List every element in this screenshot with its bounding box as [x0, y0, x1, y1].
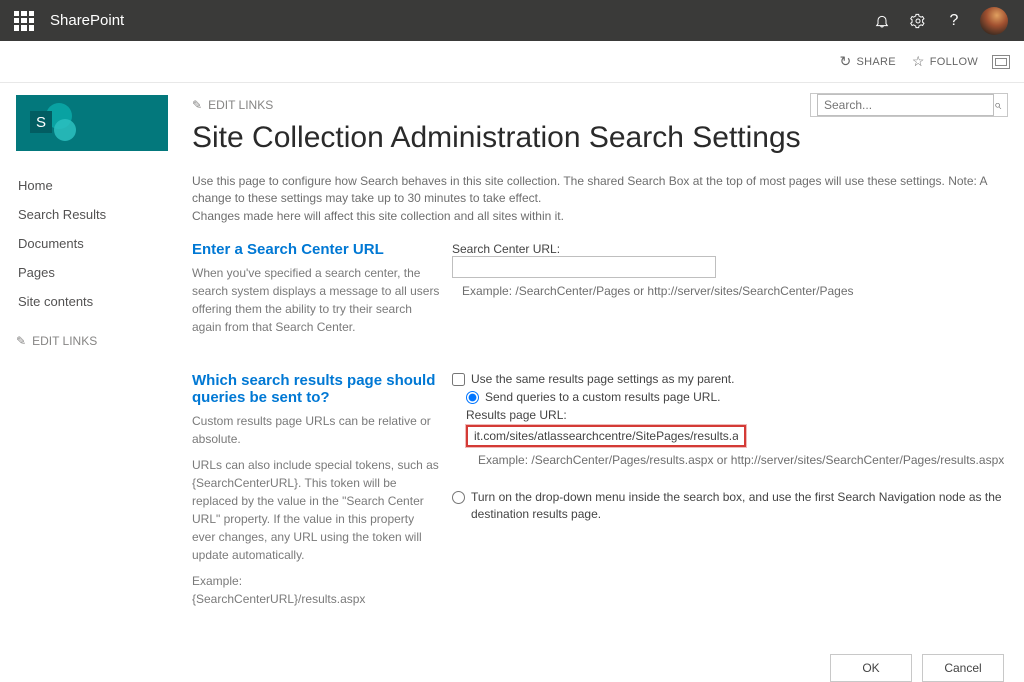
share-button[interactable]: SHARE: [839, 53, 895, 70]
section2-desc3a: Example:: [192, 574, 242, 588]
search-center-url-label: Search Center URL:: [452, 242, 560, 256]
cancel-button[interactable]: Cancel: [922, 654, 1004, 682]
search-center-url-input[interactable]: [452, 256, 716, 278]
same-parent-checkbox[interactable]: [452, 373, 465, 386]
pencil-icon: [16, 334, 26, 348]
section2-desc1: Custom results page URLs can be relative…: [192, 412, 440, 448]
same-parent-label: Use the same results page settings as my…: [471, 372, 734, 386]
settings-gear-icon[interactable]: [900, 0, 936, 41]
nav-edit-links[interactable]: EDIT LINKS: [16, 334, 188, 348]
dropdown-radio[interactable]: [452, 491, 465, 504]
logo-letter: S: [30, 111, 52, 133]
top-edit-links-label: EDIT LINKS: [208, 98, 273, 112]
dropdown-label: Turn on the drop-down menu inside the se…: [471, 489, 1008, 523]
results-url-label: Results page URL:: [466, 408, 567, 422]
search-center-url-example: Example: /SearchCenter/Pages or http://s…: [462, 284, 1008, 298]
suite-title: SharePoint: [50, 12, 124, 29]
ok-button[interactable]: OK: [830, 654, 912, 682]
app-launcher-icon[interactable]: [14, 11, 34, 31]
section1-title: Enter a Search Center URL: [192, 241, 440, 258]
user-avatar[interactable]: [980, 7, 1008, 35]
results-url-example: Example: /SearchCenter/Pages/results.asp…: [478, 453, 1008, 467]
nav-edit-links-label: EDIT LINKS: [32, 334, 97, 348]
nav-site-contents[interactable]: Site contents: [16, 287, 188, 316]
intro-line-1: Use this page to configure how Search be…: [192, 173, 1008, 208]
top-edit-links[interactable]: EDIT LINKS: [192, 98, 273, 112]
help-icon[interactable]: ?: [936, 0, 972, 41]
results-url-input[interactable]: [466, 425, 746, 447]
fullscreen-icon[interactable]: [992, 55, 1010, 69]
search-icon[interactable]: [994, 97, 1001, 113]
send-custom-radio[interactable]: [466, 391, 479, 404]
follow-button[interactable]: FOLLOW: [912, 53, 978, 70]
nav-search-results[interactable]: Search Results: [16, 200, 188, 229]
page-title: Site Collection Administration Search Se…: [192, 121, 1008, 155]
intro-line-2: Changes made here will affect this site …: [192, 208, 1008, 225]
section2-title: Which search results page should queries…: [192, 372, 440, 406]
nav-home[interactable]: Home: [16, 171, 188, 200]
follow-label: FOLLOW: [930, 56, 978, 68]
nav-pages[interactable]: Pages: [16, 258, 188, 287]
section2-desc3b: {SearchCenterURL}/results.aspx: [192, 592, 365, 606]
nav-documents[interactable]: Documents: [16, 229, 188, 258]
send-custom-label: Send queries to a custom results page UR…: [485, 390, 720, 404]
section2-desc2: URLs can also include special tokens, su…: [192, 456, 440, 564]
notifications-icon[interactable]: [864, 0, 900, 41]
section1-desc: When you've specified a search center, t…: [192, 264, 440, 336]
share-label: SHARE: [856, 56, 895, 68]
site-logo[interactable]: S: [16, 95, 168, 151]
page-search[interactable]: [810, 93, 1008, 117]
pencil-icon: [192, 98, 202, 112]
page-search-input[interactable]: [817, 94, 994, 116]
